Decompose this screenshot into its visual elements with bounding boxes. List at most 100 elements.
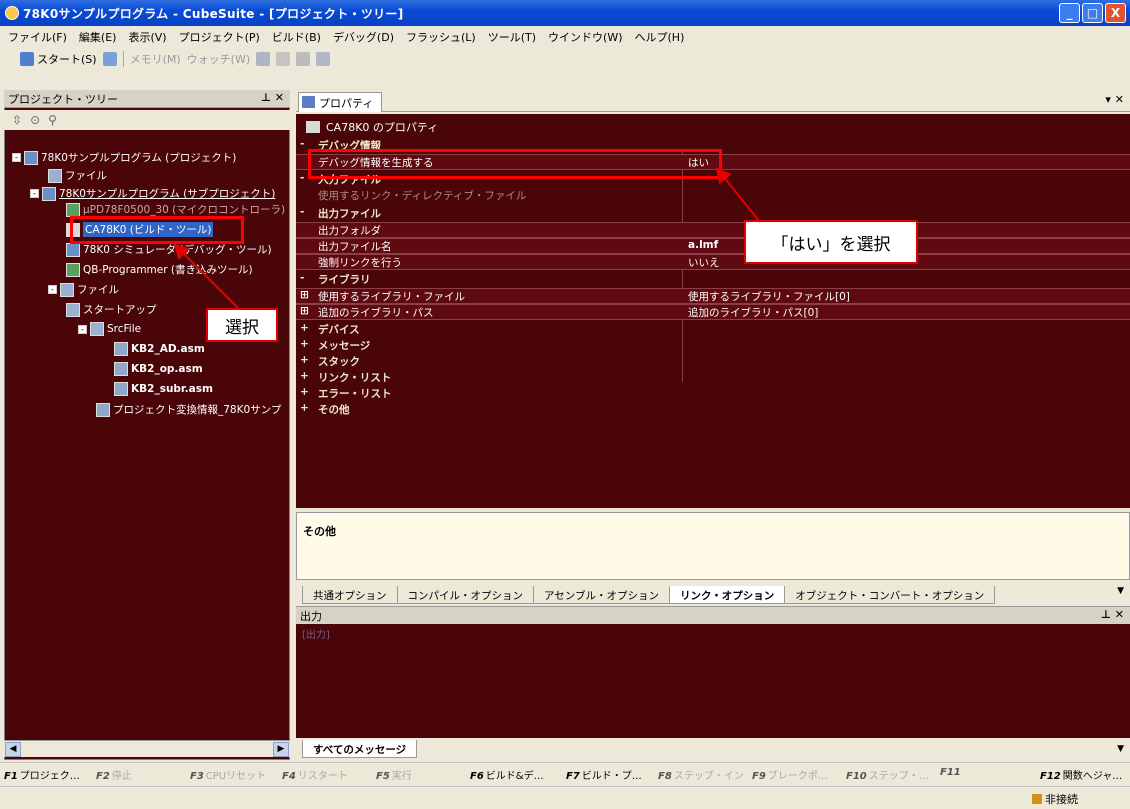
scroll-left-icon[interactable]: ◀ bbox=[5, 742, 21, 757]
menu-view[interactable]: 表示(V) bbox=[128, 29, 166, 45]
tab-all-messages[interactable]: すべてのメッセージ bbox=[302, 740, 418, 758]
tree-item-conversion-info[interactable]: プロジェクト変換情報_78K0サンプ bbox=[96, 402, 281, 417]
fkey-f4[interactable]: F4 リスタート bbox=[282, 767, 348, 782]
tree-item-file[interactable]: ファイル bbox=[48, 168, 107, 183]
menu-bar: ファイル(F) 編集(E) 表示(V) プロジェクト(P) ビルド(B) デバッ… bbox=[0, 26, 1130, 48]
fkey-f11[interactable]: F11 bbox=[940, 767, 963, 778]
output-area[interactable]: [出力] bbox=[296, 624, 1130, 738]
fkey-f1[interactable]: F1 プロジェク… bbox=[4, 767, 80, 782]
fkey-label: ブレークポ… bbox=[767, 771, 828, 782]
expander[interactable]: - bbox=[78, 324, 87, 334]
fkey-key: F9 bbox=[752, 771, 766, 782]
start-button[interactable]: スタート(S) bbox=[20, 51, 97, 67]
maximize-button[interactable]: □ bbox=[1082, 3, 1103, 23]
tool-icon[interactable] bbox=[316, 52, 331, 66]
watch-button[interactable]: ウォッチ(W) bbox=[187, 51, 250, 67]
fkey-f7[interactable]: F7 ビルド・プ… bbox=[566, 767, 642, 782]
expander[interactable]: - bbox=[12, 153, 21, 162]
scroll-right-icon[interactable]: ▶ bbox=[273, 742, 289, 757]
menu-help[interactable]: ヘルプ(H) bbox=[635, 29, 685, 45]
collapse-icon[interactable]: ⇳ bbox=[12, 113, 22, 127]
toolbar: スタート(S) メモリ(M) ウォッチ(W) bbox=[0, 48, 1130, 70]
tree-item-microcontroller[interactable]: μPD78F0500_30 (マイクロコントローラ) bbox=[66, 202, 285, 217]
tree-horizontal-scrollbar[interactable]: ◀ ▶ bbox=[4, 740, 290, 757]
project-icon[interactable]: ⚲ bbox=[48, 113, 57, 127]
tree-item-file-subr[interactable]: KB2_subr.asm bbox=[114, 382, 213, 396]
file-icon bbox=[48, 168, 62, 183]
expand-sign[interactable]: + bbox=[300, 370, 309, 382]
menu-file[interactable]: ファイル(F) bbox=[8, 29, 67, 45]
tree-item-programmer[interactable]: QB-Programmer (書き込みツール) bbox=[66, 262, 253, 277]
fkey-f2[interactable]: F2 停止 bbox=[96, 767, 132, 782]
property-force-link[interactable]: 強制リンクを行う いいえ bbox=[296, 254, 1130, 270]
tab-common-options[interactable]: 共通オプション bbox=[302, 586, 398, 604]
tree-item-file-op[interactable]: KB2_op.asm bbox=[114, 362, 203, 376]
fkey-f5[interactable]: F5 実行 bbox=[376, 767, 412, 782]
expand-sign[interactable]: + bbox=[300, 402, 309, 414]
tree-item-debug-tool[interactable]: 78K0 シミュレータ (デバッグ・ツール) bbox=[66, 242, 272, 257]
tree-item-file-ad[interactable]: KB2_AD.asm bbox=[114, 342, 205, 356]
collapse-sign[interactable]: - bbox=[300, 172, 304, 184]
fkey-f9[interactable]: F9 ブレークポ… bbox=[752, 767, 828, 782]
property-value[interactable]: a.lmf bbox=[688, 239, 718, 251]
refresh-icon[interactable]: ⊙ bbox=[30, 113, 40, 127]
memory-button[interactable]: メモリ(M) bbox=[130, 51, 181, 67]
close-button[interactable]: X bbox=[1105, 3, 1126, 23]
tree-item-srcfile[interactable]: - SrcFile bbox=[78, 322, 141, 336]
expand-sign[interactable]: + bbox=[300, 322, 309, 334]
property-output-folder[interactable]: 出力フォルダ bbox=[296, 222, 1130, 238]
output-tab-dropdown-icon[interactable]: ▼ bbox=[1117, 744, 1124, 754]
fkey-key: F7 bbox=[566, 771, 580, 782]
collapse-sign[interactable]: - bbox=[300, 138, 304, 150]
grid-icon[interactable] bbox=[256, 52, 271, 66]
tree-item-label: 78K0サンプルプログラム (サブプロジェクト) bbox=[59, 188, 276, 200]
tree-item-files[interactable]: - ファイル bbox=[48, 282, 119, 297]
pin-close-controls[interactable]: ⊥ ✕ bbox=[261, 91, 284, 104]
tab-assemble-options[interactable]: アセンブル・オプション bbox=[533, 586, 670, 604]
fkey-f10[interactable]: F10 ステップ・… bbox=[846, 767, 929, 782]
tab-object-convert-options[interactable]: オブジェクト・コンバート・オプション bbox=[784, 586, 996, 604]
menu-debug[interactable]: デバッグ(D) bbox=[333, 29, 394, 45]
tree-item-subproject[interactable]: - 78K0サンプルプログラム (サブプロジェクト) bbox=[30, 186, 275, 201]
property-library-paths[interactable]: ⊞ 追加のライブラリ・パス 追加のライブラリ・パス[0] bbox=[296, 304, 1130, 320]
folder-icon bbox=[90, 322, 104, 336]
fkey-key: F10 bbox=[846, 771, 867, 782]
open-icon[interactable] bbox=[102, 52, 117, 66]
expand-sign[interactable]: ⊞ bbox=[300, 289, 309, 301]
property-value[interactable]: 追加のライブラリ・パス[0] bbox=[688, 305, 818, 320]
menu-edit[interactable]: 編集(E) bbox=[79, 29, 117, 45]
collapse-sign[interactable]: - bbox=[300, 206, 304, 218]
expander[interactable]: - bbox=[48, 285, 57, 294]
tab-link-options[interactable]: リンク・オプション bbox=[668, 586, 786, 604]
expand-sign[interactable]: ⊞ bbox=[300, 305, 309, 317]
property-value[interactable]: いいえ bbox=[688, 255, 720, 270]
property-value[interactable]: 使用するライブラリ・ファイル[0] bbox=[688, 289, 850, 304]
collapse-sign[interactable]: - bbox=[300, 272, 304, 284]
fkey-f12[interactable]: F12 関数へジャ… bbox=[1040, 767, 1122, 782]
expand-sign[interactable]: + bbox=[300, 354, 309, 366]
io-icon[interactable] bbox=[296, 52, 311, 66]
menu-flash[interactable]: フラッシュ(L) bbox=[406, 29, 476, 45]
fkey-f3[interactable]: F3 CPUリセット bbox=[190, 767, 266, 782]
expand-sign[interactable]: + bbox=[300, 338, 309, 350]
build-tool-icon bbox=[306, 121, 320, 133]
fkey-f6[interactable]: F6 ビルド&デ… bbox=[470, 767, 544, 782]
menu-window[interactable]: ウインドウ(W) bbox=[548, 29, 622, 45]
menu-build[interactable]: ビルド(B) bbox=[272, 29, 321, 45]
property-library-files[interactable]: ⊞ 使用するライブラリ・ファイル 使用するライブラリ・ファイル[0] bbox=[296, 288, 1130, 304]
minimize-button[interactable]: _ bbox=[1059, 3, 1080, 23]
output-controls[interactable]: ⊥ ✕ bbox=[1101, 608, 1124, 621]
menu-project[interactable]: プロジェクト(P) bbox=[179, 29, 260, 45]
property-output-file-name[interactable]: 出力ファイル名 a.lmf bbox=[296, 238, 1130, 254]
fkey-f8[interactable]: F8 ステップ・イン bbox=[658, 767, 744, 782]
expander[interactable]: - bbox=[30, 189, 39, 198]
expand-sign[interactable]: + bbox=[300, 386, 309, 398]
property-panel-controls[interactable]: ▾ ✕ bbox=[1105, 93, 1124, 106]
tree-item-project[interactable]: - 78K0サンプルプログラム (プロジェクト) bbox=[12, 150, 236, 165]
tree-item-startup[interactable]: スタートアップ bbox=[66, 302, 157, 317]
tab-compile-options[interactable]: コンパイル・オプション bbox=[396, 586, 534, 604]
tab-property[interactable]: プロパティ bbox=[298, 92, 383, 112]
register-icon[interactable] bbox=[276, 52, 291, 66]
tab-list-dropdown-icon[interactable]: ▼ bbox=[1117, 586, 1124, 596]
menu-tool[interactable]: ツール(T) bbox=[488, 29, 536, 45]
